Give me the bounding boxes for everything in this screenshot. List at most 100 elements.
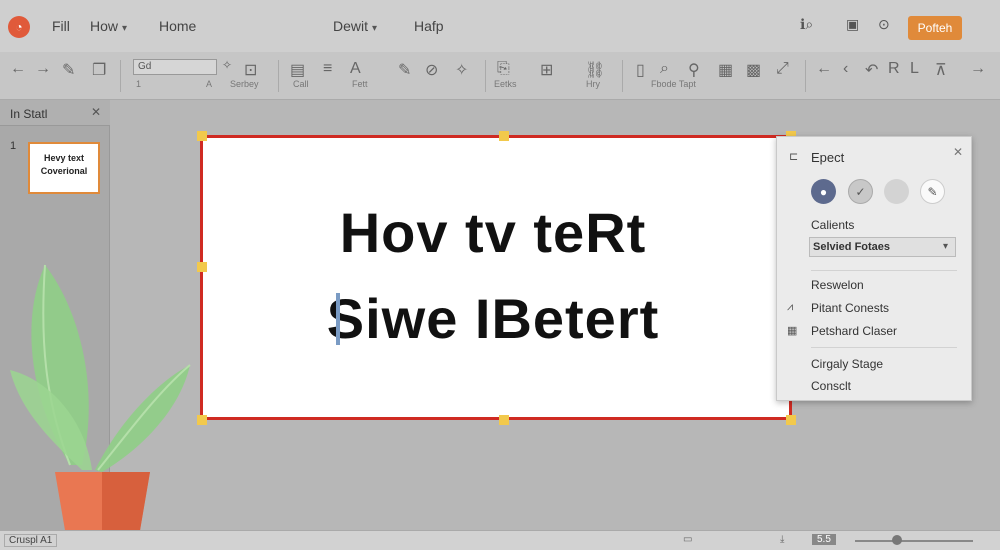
copy-icon[interactable]: ❐ <box>92 60 106 80</box>
view-icon[interactable]: ▭ <box>683 534 692 545</box>
divider <box>811 270 957 271</box>
bookmark-icon[interactable]: ▯ <box>636 60 645 80</box>
close-icon[interactable]: ✕ <box>953 145 963 159</box>
close-icon[interactable]: ✕ <box>91 105 101 119</box>
brush-icon[interactable]: ✎ <box>398 60 411 80</box>
brush-icon[interactable]: ✎ <box>920 179 945 204</box>
cell-label: Call <box>293 79 309 89</box>
font-color-icon[interactable]: A <box>350 60 361 78</box>
menu-bar: ◔ Fill How ▾ Home Dewit ▾ Hafp ℹ⌕ ▣ ⊙ Poft… <box>0 0 1000 52</box>
zoom-slider-knob[interactable] <box>892 535 902 545</box>
panel-item-4[interactable]: Cirgaly Stage <box>811 357 883 371</box>
chevron-left-icon[interactable]: ‹ <box>843 60 848 78</box>
divider <box>811 347 957 348</box>
menu-dewit[interactable]: Dewit ▾ <box>333 18 377 34</box>
style-label: Hry <box>586 79 600 89</box>
clipboard-icon[interactable]: ▣ <box>846 16 859 33</box>
menu-home[interactable]: Home <box>159 18 196 34</box>
size-a-label: A <box>206 79 213 89</box>
font-name-input[interactable]: Gd <box>133 59 217 75</box>
menu-file[interactable]: Fill <box>52 18 70 34</box>
panel-item-5[interactable]: Consclt <box>811 379 851 393</box>
slides-pane-title: In Statl <box>10 107 48 121</box>
divider <box>622 60 623 92</box>
paste-icon[interactable]: ⎘ <box>497 60 510 78</box>
check-icon[interactable]: ✓ <box>848 179 873 204</box>
slide-canvas[interactable]: Hov tv teRt Siwe IBetert <box>200 135 792 420</box>
paste-label: Eetks <box>494 79 517 89</box>
layout-icon[interactable]: ▩ <box>746 60 761 80</box>
effects-panel: ⊏ Epect ✕ ● ✓ ✎ Calients Selvied Fotaes … <box>776 136 972 401</box>
thumb-line: Coverional <box>40 166 88 176</box>
ribbon-toolbar: ← → ✎ ❐ Gd 1 A ✧ ⊡ Serbey ▤ Call ≡ A Fet… <box>0 52 1000 100</box>
zoom-level[interactable]: 5.5 <box>812 534 836 545</box>
share-icon[interactable]: ⊙ <box>878 16 890 33</box>
section-label: Calients <box>811 218 855 232</box>
app-logo-icon[interactable]: ◔ <box>8 16 30 38</box>
pen-icon[interactable]: ✎ <box>62 60 75 80</box>
panel-item-2[interactable]: Pitant Conests <box>811 301 889 315</box>
panel-item-1[interactable]: Reswelon <box>811 278 864 292</box>
chevron-down-icon: ▾ <box>943 241 949 252</box>
l-icon[interactable]: L <box>910 60 919 78</box>
panel-item-3[interactable]: Petshard Claser <box>811 324 897 338</box>
zoom-icon[interactable]: ⚲ <box>688 60 700 80</box>
thumb-line: Hevy text <box>43 153 85 163</box>
resize-handle[interactable] <box>197 415 207 425</box>
divider <box>278 60 279 92</box>
slide-number: 1 <box>10 140 17 152</box>
resize-handle[interactable] <box>499 415 509 425</box>
fit-icon[interactable]: ⤓ <box>780 534 784 545</box>
chart-icon: ⩘ <box>787 301 794 313</box>
resize-handle[interactable] <box>499 131 509 141</box>
text-cursor <box>336 293 340 345</box>
link-icon[interactable]: ⛓ <box>585 60 605 80</box>
publish-button[interactable]: Pofteh <box>908 16 962 40</box>
divider <box>485 60 486 92</box>
effect-select[interactable]: Selvied Fotaes ▾ <box>809 237 956 257</box>
font-label: Fett <box>352 79 368 89</box>
image-icon[interactable]: ⊞ <box>540 60 553 80</box>
resize-handle[interactable] <box>786 415 796 425</box>
grid-icon: ▦ <box>787 325 798 337</box>
menu-how[interactable]: How ▾ <box>90 18 127 34</box>
r-icon[interactable]: R <box>888 60 900 78</box>
back-icon[interactable]: ← <box>10 60 26 78</box>
user-icon[interactable]: ● <box>811 179 836 204</box>
zoom-slider[interactable] <box>855 540 973 542</box>
forward-icon[interactable]: → <box>35 60 51 78</box>
divider <box>805 60 806 92</box>
chevron-down-icon: ▾ <box>372 23 378 34</box>
slide-thumbnail[interactable]: Hevy text Coverional <box>28 142 100 194</box>
section-icon[interactable]: ⊡ <box>244 60 257 80</box>
plant-illustration <box>10 264 191 542</box>
info-icon[interactable]: ℹ⌕ <box>800 16 813 33</box>
search-icon[interactable]: ⌕ <box>660 60 669 78</box>
slides-pane-header: In Statl ✕ <box>0 100 110 126</box>
slide-text-line-1[interactable]: Hov tv teRt <box>203 200 783 265</box>
chevron-down-icon: ▾ <box>122 23 128 34</box>
grid-icon[interactable]: ▦ <box>718 60 733 80</box>
status-label: Cruspl A1 <box>4 534 58 547</box>
arrow-left-icon[interactable]: ← <box>816 60 832 78</box>
resize-handle[interactable] <box>197 131 207 141</box>
table-icon[interactable]: ▤ <box>290 60 305 80</box>
menu-help[interactable]: Hafp <box>414 18 444 34</box>
shape-icon[interactable]: ⊘ <box>425 60 438 80</box>
size-label: 1 <box>136 79 142 89</box>
blank-swatch[interactable] <box>884 179 909 204</box>
reply-icon[interactable]: ↶ <box>865 60 878 80</box>
resize-handle[interactable] <box>197 262 207 272</box>
divider <box>120 60 121 92</box>
settings-icon[interactable]: ✧ <box>455 60 468 80</box>
align-icon[interactable]: ≡ <box>323 60 332 78</box>
pin-icon[interactable]: ⊼ <box>935 60 947 80</box>
panel-title: Epect <box>811 150 845 165</box>
date-label: Fbode Tapt <box>651 79 696 89</box>
pin-icon[interactable]: ⊏ <box>789 150 798 163</box>
expand-icon[interactable]: ⤢ <box>776 60 789 78</box>
status-bar: Cruspl A1 ▭ ⤓ 5.5 <box>0 530 1000 550</box>
more-icon[interactable]: ✧ <box>222 58 232 72</box>
arrow-right-icon[interactable]: → <box>970 60 986 78</box>
slide-text-line-2[interactable]: Siwe IBetert <box>203 286 783 351</box>
